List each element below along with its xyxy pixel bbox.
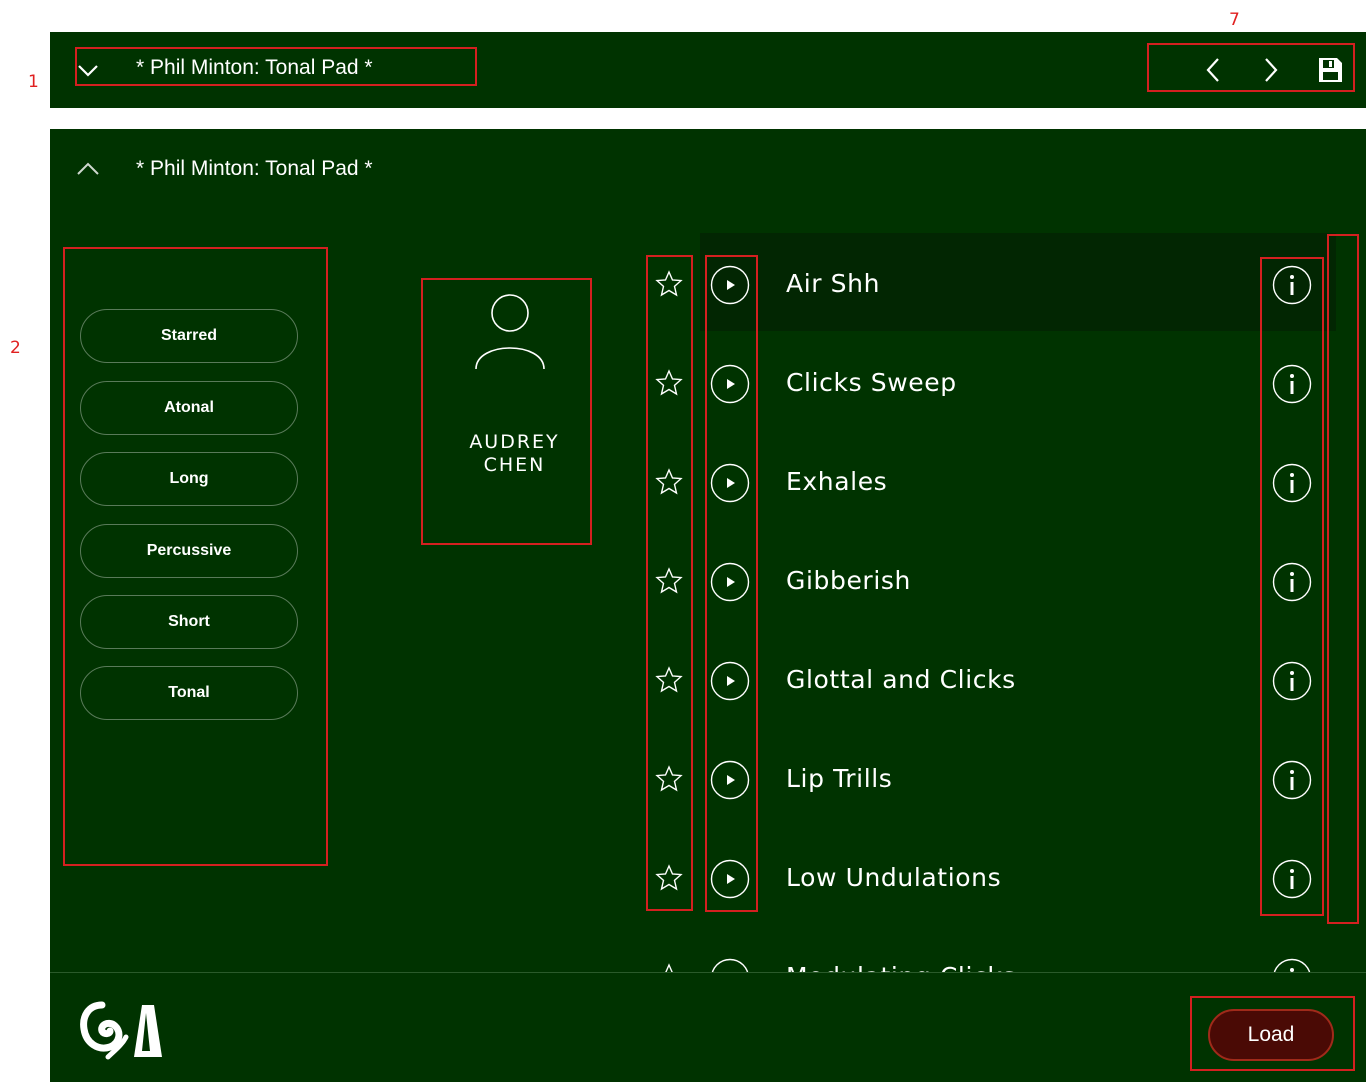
- panel-title: * Phil Minton: Tonal Pad *: [136, 157, 373, 180]
- preset-row[interactable]: Glottal and Clicks: [646, 629, 1326, 728]
- play-icon[interactable]: [710, 661, 750, 701]
- star-icon[interactable]: [655, 765, 683, 793]
- preset-browser-panel: * Phil Minton: Tonal Pad * Starred Atona…: [50, 129, 1366, 1082]
- preset-row[interactable]: Clicks Sweep: [646, 332, 1326, 431]
- category-percussive[interactable]: Percussive: [80, 524, 298, 578]
- star-icon[interactable]: [655, 864, 683, 892]
- artist-name-line-1: AUDREY: [469, 431, 560, 453]
- info-icon[interactable]: [1272, 463, 1312, 503]
- star-icon[interactable]: [655, 567, 683, 595]
- info-icon[interactable]: [1272, 760, 1312, 800]
- artist-name-line-2: CHEN: [483, 454, 546, 476]
- footer-bar: Load: [50, 972, 1366, 1082]
- category-tonal[interactable]: Tonal: [80, 666, 298, 720]
- star-icon[interactable]: [655, 369, 683, 397]
- load-button[interactable]: Load: [1208, 1009, 1334, 1061]
- preset-name[interactable]: Air Shh: [786, 269, 880, 298]
- play-icon[interactable]: [710, 265, 750, 305]
- preset-header-bar: * Phil Minton: Tonal Pad *: [50, 32, 1366, 108]
- info-icon[interactable]: [1272, 859, 1312, 899]
- brand-logo-icon: [80, 1001, 162, 1060]
- info-icon[interactable]: [1272, 562, 1312, 602]
- preset-name[interactable]: Low Undulations: [786, 863, 1001, 892]
- category-long[interactable]: Long: [80, 452, 298, 506]
- category-atonal[interactable]: Atonal: [80, 381, 298, 435]
- play-icon[interactable]: [710, 562, 750, 602]
- star-icon[interactable]: [655, 270, 683, 298]
- category-starred[interactable]: Starred: [80, 309, 298, 363]
- preset-row[interactable]: Low Undulations: [646, 827, 1326, 926]
- preset-name[interactable]: Glottal and Clicks: [786, 665, 1016, 694]
- annotation-label-1: 1: [28, 72, 39, 92]
- chevron-right-icon[interactable]: [1254, 52, 1286, 88]
- annotation-label-7: 7: [1229, 10, 1240, 30]
- chevron-down-icon[interactable]: [76, 58, 100, 82]
- preset-row[interactable]: Exhales: [646, 431, 1326, 530]
- preset-name[interactable]: Gibberish: [786, 566, 911, 595]
- preset-row[interactable]: Gibberish: [646, 530, 1326, 629]
- play-icon[interactable]: [710, 760, 750, 800]
- artist-card[interactable]: AUDREY CHEN: [422, 279, 592, 544]
- chevron-left-icon[interactable]: [1198, 52, 1230, 88]
- info-icon[interactable]: [1272, 364, 1312, 404]
- annotation-label-2: 2: [10, 338, 21, 358]
- preset-name[interactable]: Exhales: [786, 467, 887, 496]
- preset-name[interactable]: Clicks Sweep: [786, 368, 957, 397]
- chevron-up-icon[interactable]: [75, 158, 101, 180]
- preset-title[interactable]: * Phil Minton: Tonal Pad *: [136, 56, 373, 80]
- play-icon[interactable]: [710, 859, 750, 899]
- play-icon[interactable]: [710, 463, 750, 503]
- preset-name[interactable]: Lip Trills: [786, 764, 892, 793]
- category-short[interactable]: Short: [80, 595, 298, 649]
- floppy-disk-icon[interactable]: [1314, 52, 1346, 88]
- play-icon[interactable]: [710, 364, 750, 404]
- star-icon[interactable]: [655, 468, 683, 496]
- info-icon[interactable]: [1272, 265, 1312, 305]
- preset-row[interactable]: Air Shh: [646, 233, 1326, 332]
- info-icon[interactable]: [1272, 661, 1312, 701]
- preset-row[interactable]: Lip Trills: [646, 728, 1326, 827]
- user-icon: [475, 294, 545, 370]
- star-icon[interactable]: [655, 666, 683, 694]
